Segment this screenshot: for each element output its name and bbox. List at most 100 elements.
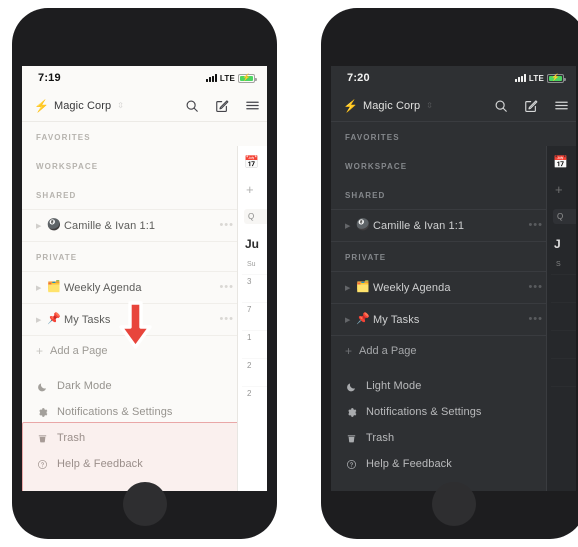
folder-icon: 🗂️ (47, 281, 61, 293)
chevron-updown-icon: ⇳ (426, 100, 433, 110)
moon-icon (345, 381, 358, 392)
peek-calendar-grid: 3 7 1 2 2 (242, 274, 267, 414)
section-shared: SHARED (36, 191, 77, 200)
sidebar-item-camille-ivan[interactable]: ▶ 🎱 Camille & Ivan 1:1 ••• + (331, 210, 576, 241)
expand-arrow-icon[interactable]: ▶ (36, 284, 47, 292)
peek-day-cell: 2 (242, 358, 267, 386)
workspace-switcher[interactable]: ⚡ Magic Corp ⇳ (34, 100, 177, 112)
content-peek-panel[interactable]: 📅 + Q Ju Su 3 7 1 2 2 (237, 146, 267, 491)
menu-item-help-feedback[interactable]: Help & Feedback (331, 451, 576, 477)
screen-light: 7:19 LTE ⚡ ⚡ Magic Corp ⇳ FAVORITES WORK… (22, 66, 267, 491)
expand-arrow-icon[interactable]: ▶ (36, 316, 47, 324)
moon-icon (36, 381, 49, 392)
calendar-icon: 📅 (553, 155, 568, 169)
peek-day-cell (551, 274, 576, 302)
status-bar: 7:20 LTE ⚡ (331, 66, 576, 90)
gear-icon (345, 407, 358, 418)
more-options-icon[interactable]: ••• (528, 314, 543, 325)
menu-item-trash[interactable]: Trash (22, 425, 267, 451)
expand-arrow-icon[interactable]: ▶ (345, 284, 356, 292)
peek-day-cell (551, 358, 576, 386)
workspace-switcher[interactable]: ⚡ Magic Corp ⇳ (343, 100, 486, 112)
peek-search-input[interactable]: Q (553, 209, 576, 224)
status-bar: 7:19 LTE ⚡ (22, 66, 267, 90)
more-options-icon[interactable]: ••• (528, 282, 543, 293)
section-private: PRIVATE (36, 253, 78, 262)
sidebar-item-label: My Tasks (64, 313, 111, 326)
header-actions (486, 90, 576, 122)
peek-plus-icon[interactable]: + (555, 182, 576, 197)
menu-item-label: Light Mode (366, 380, 422, 392)
status-indicators: LTE ⚡ (205, 73, 257, 83)
menu-item-dark-mode[interactable]: Dark Mode (22, 373, 267, 399)
peek-month-label: J (554, 237, 561, 251)
menu-item-notifications-settings[interactable]: Notifications & Settings (22, 399, 267, 425)
sidebar-item-my-tasks[interactable]: ▶ 📌 My Tasks ••• + (331, 304, 576, 335)
more-options-icon[interactable]: ••• (219, 314, 234, 325)
compose-icon[interactable] (516, 90, 546, 122)
trash-icon (345, 433, 358, 444)
sidebar-item-camille-ivan[interactable]: ▶ 🎱 Camille & Ivan 1:1 ••• + (22, 210, 267, 241)
battery-charging-icon: ⚡ (238, 73, 257, 83)
add-a-page-button[interactable]: + Add a Page (22, 336, 267, 365)
network-label: LTE (528, 73, 544, 83)
sidebar-item-label: Weekly Agenda (373, 281, 451, 294)
menu-item-label: Dark Mode (57, 380, 112, 392)
section-favorites: FAVORITES (36, 133, 91, 142)
peek-plus-icon[interactable]: + (246, 182, 267, 197)
workspace-name: Magic Corp (362, 99, 421, 112)
chevron-updown-icon: ⇳ (117, 100, 124, 110)
sidebar-item-label: My Tasks (373, 313, 420, 326)
workspace-name: Magic Corp (53, 99, 112, 112)
phone-dark: 7:20 LTE ⚡ ⚡ Magic Corp ⇳ FAVORITES WORK… (321, 8, 578, 539)
peek-search-input[interactable]: Q (244, 209, 267, 224)
content-peek-panel[interactable]: 📅 + Q J S (546, 146, 576, 491)
signal-bars-icon (205, 74, 217, 82)
calendar-icon: 📅 (244, 155, 259, 169)
peek-dayofweek-label: S (556, 261, 561, 268)
more-options-icon[interactable]: ••• (219, 220, 234, 231)
search-icon[interactable] (486, 90, 516, 122)
app-header: ⚡ Magic Corp ⇳ (331, 90, 576, 122)
home-button[interactable] (122, 482, 167, 526)
expand-arrow-icon[interactable]: ▶ (36, 222, 47, 230)
expand-arrow-icon[interactable]: ▶ (345, 316, 356, 324)
peek-day-cell (551, 386, 576, 414)
menu-item-light-mode[interactable]: Light Mode (331, 373, 576, 399)
expand-arrow-icon[interactable]: ▶ (345, 222, 356, 230)
battery-charging-icon: ⚡ (547, 73, 566, 83)
sidebar-item-weekly-agenda[interactable]: ▶ 🗂️ Weekly Agenda ••• + (22, 272, 267, 303)
screenshot-stage: 7:19 LTE ⚡ ⚡ Magic Corp ⇳ FAVORITES WORK… (0, 0, 578, 547)
eight-ball-icon: 🎱 (356, 219, 370, 231)
gear-icon (36, 407, 49, 418)
compose-icon[interactable] (207, 90, 237, 122)
help-circle-icon (345, 459, 358, 470)
add-a-page-label: Add a Page (50, 344, 108, 357)
peek-month-label: Ju (245, 237, 260, 251)
network-label: LTE (219, 73, 235, 83)
section-workspace: WORKSPACE (345, 162, 408, 171)
menu-item-label: Notifications & Settings (366, 406, 482, 418)
hamburger-menu-icon[interactable] (546, 90, 576, 122)
peek-day-cell: 1 (242, 330, 267, 358)
hamburger-menu-icon[interactable] (237, 90, 267, 122)
add-a-page-button[interactable]: + Add a Page (331, 336, 576, 365)
status-indicators: LTE ⚡ (514, 73, 566, 83)
menu-item-help-feedback[interactable]: Help & Feedback (22, 451, 267, 477)
home-button[interactable] (431, 482, 476, 526)
more-options-icon[interactable]: ••• (528, 220, 543, 231)
pushpin-icon: 📌 (47, 313, 61, 325)
menu-item-notifications-settings[interactable]: Notifications & Settings (331, 399, 576, 425)
header-actions (177, 90, 267, 122)
search-icon[interactable] (177, 90, 207, 122)
sidebar-item-weekly-agenda[interactable]: ▶ 🗂️ Weekly Agenda ••• + (331, 272, 576, 303)
section-favorites: FAVORITES (345, 133, 400, 142)
more-options-icon[interactable]: ••• (219, 282, 234, 293)
eight-ball-icon: 🎱 (47, 219, 61, 231)
peek-calendar-grid (551, 274, 576, 414)
menu-item-trash[interactable]: Trash (331, 425, 576, 451)
bottom-menu-light: Dark Mode Notifications & Settings Trash (22, 365, 267, 477)
menu-item-label: Help & Feedback (366, 458, 452, 470)
phone-light: 7:19 LTE ⚡ ⚡ Magic Corp ⇳ FAVORITES WORK… (12, 8, 277, 539)
sidebar-item-my-tasks[interactable]: ▶ 📌 My Tasks ••• + (22, 304, 267, 335)
